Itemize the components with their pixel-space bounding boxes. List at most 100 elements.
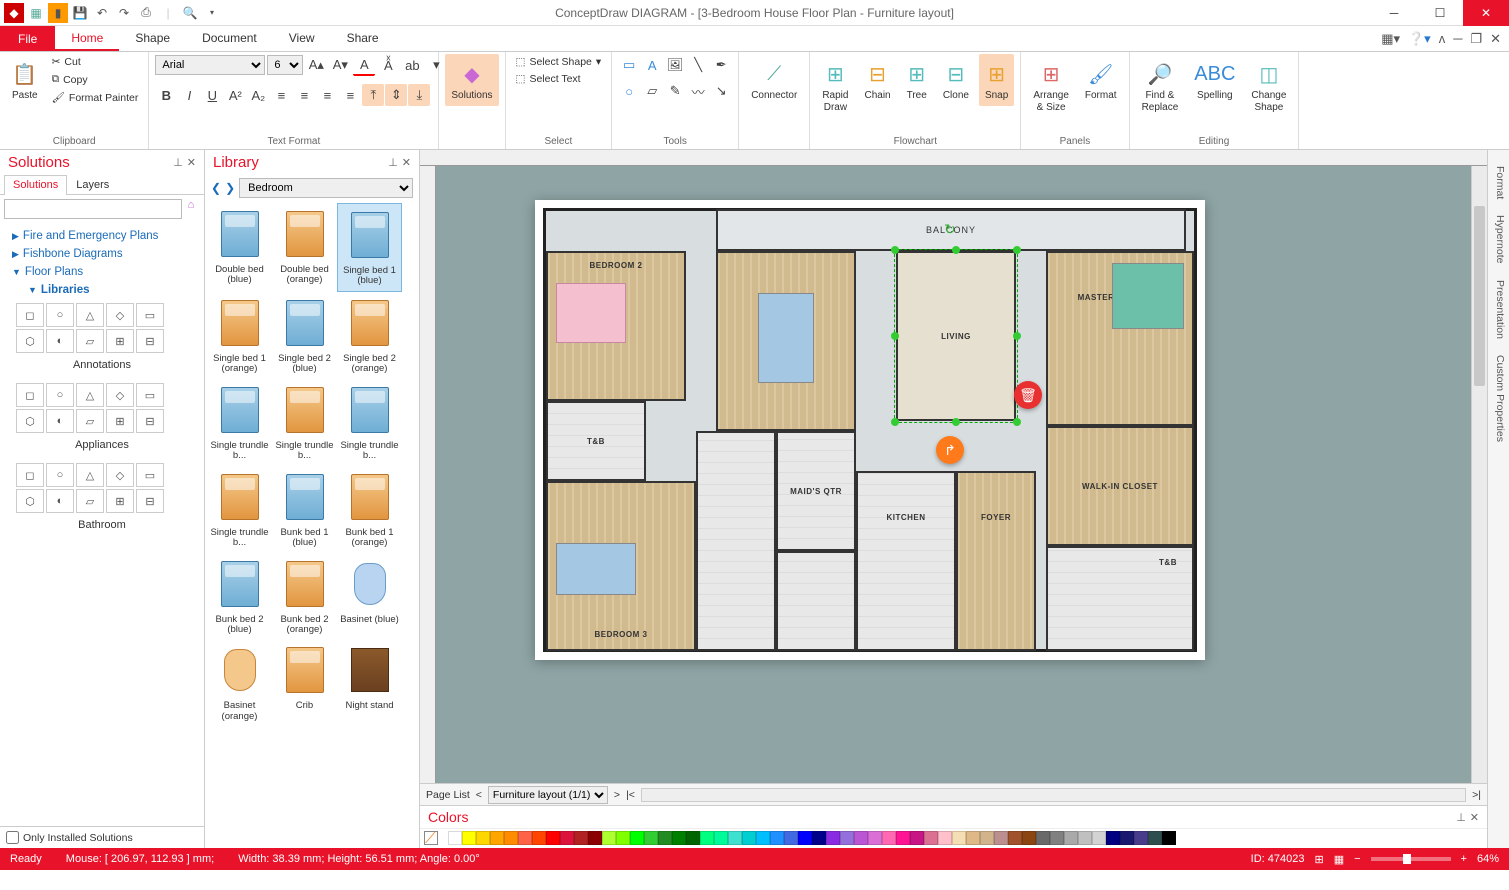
color-swatch[interactable] (490, 831, 504, 845)
color-swatch[interactable] (672, 831, 686, 845)
image-tool-icon[interactable]: 🖼 (664, 54, 686, 76)
color-swatch[interactable] (1162, 831, 1176, 845)
category-shape[interactable]: △ (76, 463, 104, 487)
pin-icon[interactable]: ⊥ (388, 156, 398, 169)
superscript-icon[interactable]: A² (224, 84, 246, 106)
color-swatch[interactable] (546, 831, 560, 845)
status-ic2-icon[interactable]: ▦ (1334, 853, 1344, 866)
category-shape[interactable]: ◐ (46, 329, 74, 353)
category-shape[interactable]: ⊞ (106, 409, 134, 433)
color-swatch[interactable] (1008, 831, 1022, 845)
solutions-tab[interactable]: Solutions (4, 175, 67, 195)
room-bath[interactable] (696, 431, 776, 651)
align-center-icon[interactable]: ≡ (293, 84, 315, 106)
page-select[interactable]: Furniture layout (1/1) (488, 786, 608, 804)
grid-icon[interactable]: ▦▾ (1381, 31, 1400, 47)
qat-save-icon[interactable]: 💾 (70, 3, 90, 23)
valign-bottom-icon[interactable]: ⤓ (408, 84, 430, 106)
ellipse-tool-icon[interactable]: ○ (618, 80, 640, 102)
tab-shape[interactable]: Shape (119, 26, 186, 51)
color-swatch[interactable] (1134, 831, 1148, 845)
copy-button[interactable]: ⧉Copy (48, 71, 143, 88)
color-swatch[interactable] (1092, 831, 1106, 845)
clone-button[interactable]: ⊟Clone (937, 54, 975, 106)
room-foyer[interactable]: FOYER (956, 471, 1036, 651)
color-swatch[interactable] (896, 831, 910, 845)
category-shape[interactable]: ○ (46, 303, 74, 327)
library-item[interactable]: Bunk bed 1 (orange) (337, 466, 402, 553)
furn-bed-pink[interactable] (556, 283, 626, 343)
color-swatch[interactable] (924, 831, 938, 845)
furn-master-bed[interactable] (1112, 263, 1184, 329)
rotate-action-icon[interactable]: ↱ (936, 436, 964, 464)
text-rotation-icon[interactable]: ab (401, 54, 423, 76)
qat-new-icon[interactable]: ▦ (26, 3, 46, 23)
color-swatch[interactable] (462, 831, 476, 845)
color-swatch[interactable] (476, 831, 490, 845)
room-bedroom3[interactable]: BEDROOM 3 (546, 481, 696, 651)
format-button[interactable]: 🖌Format (1079, 54, 1123, 106)
app-icon[interactable]: ◆ (4, 3, 24, 23)
page-last-icon[interactable]: >| (1472, 789, 1481, 801)
room-master[interactable]: MASTER BEDROOM (1046, 251, 1194, 426)
library-item[interactable]: Basinet (blue) (337, 553, 402, 640)
select-shape-button[interactable]: ⬚Select Shape▾ (512, 54, 606, 70)
text-tool-icon[interactable]: A (641, 54, 663, 76)
scrollbar-vertical[interactable] (1471, 166, 1487, 783)
delete-action-icon[interactable]: 🗑 (1014, 381, 1042, 409)
rotate-handle-icon[interactable]: ↻ (944, 221, 956, 238)
maximize-button[interactable]: ☐ (1417, 0, 1463, 26)
color-swatch[interactable] (770, 831, 784, 845)
color-swatch[interactable] (980, 831, 994, 845)
close-button[interactable]: ✕ (1463, 0, 1509, 26)
tree-item-floorplans[interactable]: ▼Floor Plans (8, 263, 196, 281)
color-swatch[interactable] (882, 831, 896, 845)
category-shape[interactable]: ⊟ (136, 329, 164, 353)
righttab-format[interactable]: Format (1488, 158, 1509, 207)
color-swatch[interactable] (994, 831, 1008, 845)
category-shape[interactable]: ▱ (76, 409, 104, 433)
color-swatch[interactable] (910, 831, 924, 845)
color-swatch[interactable] (686, 831, 700, 845)
color-swatch[interactable] (518, 831, 532, 845)
hscrollbar[interactable] (641, 788, 1466, 802)
file-menu[interactable]: File (0, 26, 55, 51)
tab-home[interactable]: Home (55, 26, 119, 51)
cut-button[interactable]: ✂Cut (48, 54, 143, 70)
library-item[interactable]: Single bed 1 (orange) (207, 292, 272, 379)
color-swatch[interactable] (532, 831, 546, 845)
library-item[interactable]: Double bed (orange) (272, 203, 337, 292)
tree-button[interactable]: ⊞Tree (901, 54, 933, 106)
qat-dropdown-icon[interactable]: ▾ (202, 3, 222, 23)
library-item[interactable]: Single bed 2 (orange) (337, 292, 402, 379)
color-swatch[interactable] (616, 831, 630, 845)
color-swatch[interactable] (826, 831, 840, 845)
library-item[interactable]: Bunk bed 1 (blue) (272, 466, 337, 553)
color-swatch[interactable] (756, 831, 770, 845)
color-swatch[interactable] (1106, 831, 1120, 845)
color-swatch[interactable] (448, 831, 462, 845)
library-item[interactable]: Double bed (blue) (207, 203, 272, 292)
room-dining[interactable]: DINING (716, 251, 856, 431)
align-justify-icon[interactable]: ≡ (339, 84, 361, 106)
nav-back-icon[interactable]: ❮ (211, 181, 221, 195)
color-swatch[interactable] (574, 831, 588, 845)
zoom-out-icon[interactable]: − (1354, 853, 1360, 865)
room-tb2[interactable]: T&B (1046, 546, 1194, 651)
close-panel-icon[interactable]: ✕ (187, 156, 196, 169)
category-shape[interactable]: ▱ (76, 329, 104, 353)
qat-open-icon[interactable]: ▮ (48, 3, 68, 23)
sub-minimize-icon[interactable]: ─ (1453, 31, 1462, 46)
category-shape[interactable]: ⊞ (106, 489, 134, 513)
font-color-icon[interactable]: A (353, 54, 375, 76)
color-swatch[interactable] (630, 831, 644, 845)
righttab-presentation[interactable]: Presentation (1488, 272, 1509, 347)
tab-view[interactable]: View (273, 26, 331, 51)
category-shape[interactable]: ◻ (16, 383, 44, 407)
tree-item-fishbone[interactable]: ▶Fishbone Diagrams (8, 245, 196, 263)
status-ic1-icon[interactable]: ⊞ (1314, 853, 1323, 866)
color-swatch[interactable] (1120, 831, 1134, 845)
category-shape[interactable]: △ (76, 383, 104, 407)
color-swatch[interactable] (588, 831, 602, 845)
snap-button[interactable]: ⊞Snap (979, 54, 1014, 106)
